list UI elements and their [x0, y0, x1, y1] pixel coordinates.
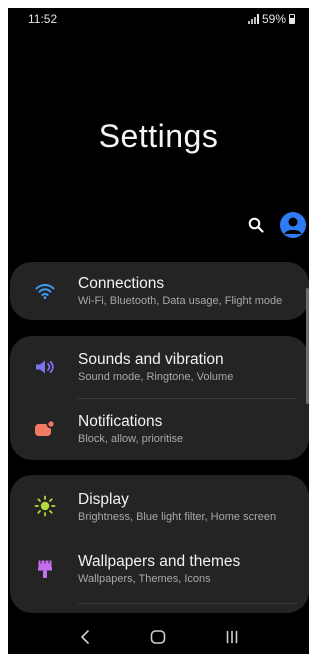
- divider: [78, 603, 297, 604]
- signal-icon: [247, 14, 259, 24]
- page-title: Settings: [98, 118, 219, 154]
- back-icon[interactable]: [70, 625, 100, 649]
- status-bar: 11:52 59%: [8, 8, 309, 30]
- settings-card-connections: Connections Wi-Fi, Bluetooth, Data usage…: [10, 262, 309, 320]
- settings-item-subtitle: Sound mode, Ringtone, Volume: [78, 371, 234, 383]
- brightness-icon: [34, 495, 56, 517]
- settings-item-title: Sounds and vibration: [78, 351, 224, 368]
- settings-item-wallpapers[interactable]: Wallpapers and themes Wallpapers, Themes…: [10, 537, 309, 601]
- settings-card-sounds-notifications: Sounds and vibration Sound mode, Rington…: [10, 336, 309, 460]
- settings-item-title: Notifications: [78, 413, 163, 430]
- settings-item-notifications[interactable]: Notifications Block, allow, prioritise: [10, 398, 309, 460]
- settings-item-title: Display: [78, 491, 129, 508]
- settings-card-display-wallpapers: Display Brightness, Blue light filter, H…: [10, 475, 309, 613]
- settings-item-subtitle: Brightness, Blue light filter, Home scre…: [78, 511, 277, 523]
- settings-item-connections[interactable]: Connections Wi-Fi, Bluetooth, Data usage…: [10, 262, 309, 320]
- settings-item-display[interactable]: Display Brightness, Blue light filter, H…: [10, 475, 309, 539]
- search-icon[interactable]: [248, 217, 264, 233]
- account-avatar-icon[interactable]: [280, 212, 306, 238]
- volume-icon: [34, 356, 56, 378]
- settings-item-title: Wallpapers and themes: [78, 553, 241, 570]
- settings-item-sounds[interactable]: Sounds and vibration Sound mode, Rington…: [10, 336, 309, 398]
- home-icon[interactable]: [143, 625, 173, 649]
- settings-item-title: Connections: [78, 275, 165, 292]
- phone-screen: 11:52 59% Settings Connections Wi-Fi, Bl…: [8, 8, 309, 654]
- navigation-bar: [8, 620, 309, 654]
- settings-item-subtitle: Block, allow, prioritise: [78, 433, 184, 445]
- battery-icon: [289, 14, 295, 24]
- recents-icon[interactable]: [217, 625, 247, 649]
- status-indicators: 59%: [247, 12, 295, 26]
- settings-item-subtitle: Wallpapers, Themes, Icons: [78, 573, 211, 585]
- battery-percent: 59%: [261, 12, 286, 26]
- paint-brush-icon: [34, 558, 56, 580]
- settings-item-subtitle: Wi-Fi, Bluetooth, Data usage, Flight mod…: [78, 295, 283, 307]
- status-time: 11:52: [28, 12, 58, 26]
- notification-icon: [34, 418, 56, 440]
- wifi-icon: [34, 280, 56, 302]
- scrollbar[interactable]: [306, 288, 309, 404]
